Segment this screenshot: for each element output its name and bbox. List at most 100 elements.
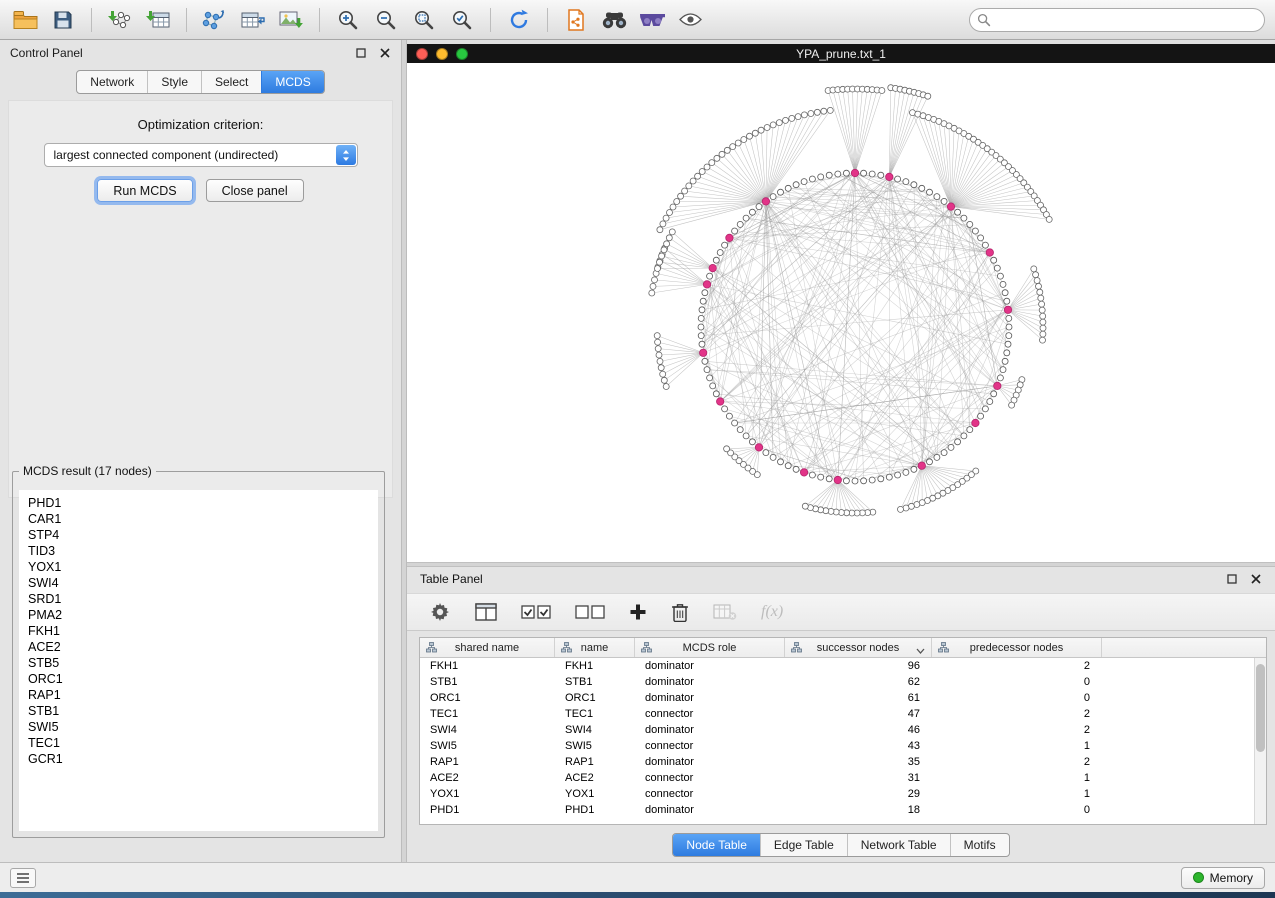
column-header[interactable]: shared name <box>420 638 555 657</box>
table-row[interactable]: SWI5 SWI5 connector 43 1 <box>420 738 1266 754</box>
control-tab[interactable]: MCDS <box>261 71 323 93</box>
minimize-traffic-light[interactable] <box>436 48 448 60</box>
refresh-button[interactable] <box>502 5 536 35</box>
network-and-table-area: YPA_prune.txt_1 Table Panel <box>407 40 1275 862</box>
mcds-result-item[interactable]: GCR1 <box>19 751 378 767</box>
table-panel-title: Table Panel <box>420 572 483 586</box>
delete-column-button[interactable] <box>671 602 689 622</box>
table-tab-group: Node TableEdge TableNetwork TableMotifs <box>672 833 1009 857</box>
table-tab[interactable]: Node Table <box>673 834 760 856</box>
table-row[interactable]: TEC1 TEC1 connector 47 2 <box>420 706 1266 722</box>
document-share-button[interactable] <box>559 5 593 35</box>
binoculars-button[interactable] <box>597 5 631 35</box>
column-header[interactable]: predecessor nodes <box>932 638 1102 657</box>
show-columns-button[interactable] <box>475 603 497 621</box>
zoom-fit-button[interactable] <box>407 5 441 35</box>
glasses-button[interactable] <box>635 5 669 35</box>
node-table: shared name name MCDS role su <box>419 637 1267 825</box>
cell-mcds-role: connector <box>635 786 785 802</box>
mcds-result-item[interactable]: STB5 <box>19 655 378 671</box>
float-table-panel-button[interactable] <box>1226 573 1238 585</box>
mcds-result-item[interactable]: SWI4 <box>19 575 378 591</box>
import-table-button[interactable] <box>141 5 175 35</box>
run-mcds-button[interactable]: Run MCDS <box>97 179 192 202</box>
mcds-result-item[interactable]: PMA2 <box>19 607 378 623</box>
table-tab[interactable]: Motifs <box>950 834 1009 856</box>
network-canvas[interactable] <box>407 63 1275 562</box>
zoom-out-button[interactable] <box>369 5 403 35</box>
column-header[interactable]: successor nodes <box>785 638 932 657</box>
mcds-result-list[interactable]: PHD1CAR1STP4TID3YOX1SWI4SRD1PMA2FKH1ACE2… <box>19 490 378 831</box>
table-settings-button[interactable] <box>429 601 451 623</box>
close-panel-button-mcds[interactable]: Close panel <box>206 179 304 202</box>
table-row[interactable]: YOX1 YOX1 connector 29 1 <box>420 786 1266 802</box>
mcds-result-item[interactable]: PHD1 <box>19 495 378 511</box>
memory-button[interactable]: Memory <box>1181 867 1265 889</box>
mcds-result-item[interactable]: STP4 <box>19 527 378 543</box>
mcds-result-item[interactable]: ACE2 <box>19 639 378 655</box>
mcds-result-item[interactable]: SWI5 <box>19 719 378 735</box>
close-icon <box>380 48 390 58</box>
unselect-all-columns-button[interactable] <box>575 604 605 620</box>
table-row[interactable]: ORC1 ORC1 dominator 61 0 <box>420 690 1266 706</box>
table-row[interactable]: PHD1 PHD1 dominator 18 0 <box>420 802 1266 818</box>
import-table-icon <box>145 9 171 31</box>
column-header[interactable]: MCDS role <box>635 638 785 657</box>
float-panel-button[interactable] <box>355 47 367 59</box>
export-image-button[interactable] <box>274 5 308 35</box>
application-window: Control Panel NetworkStyleSelectMCDS Opt… <box>0 0 1275 898</box>
control-panel-header: Control Panel <box>0 40 401 66</box>
table-scrollbar[interactable] <box>1254 658 1266 824</box>
close-panel-button[interactable] <box>379 47 391 59</box>
zoom-traffic-light[interactable] <box>456 48 468 60</box>
mcds-result-item[interactable]: YOX1 <box>19 559 378 575</box>
table-row[interactable]: STB1 STB1 dominator 62 0 <box>420 674 1266 690</box>
import-network-button[interactable] <box>103 5 137 35</box>
export-network-button[interactable] <box>198 5 232 35</box>
save-session-button[interactable] <box>46 5 80 35</box>
network-window-titlebar[interactable]: YPA_prune.txt_1 <box>407 44 1275 63</box>
column-attribute-icon <box>791 642 802 656</box>
column-header[interactable]: name <box>555 638 635 657</box>
export-table-button[interactable] <box>236 5 270 35</box>
create-column-button[interactable] <box>629 603 647 621</box>
open-file-button[interactable] <box>8 5 42 35</box>
column-header-label: name <box>581 642 609 654</box>
mcds-result-item[interactable]: SRD1 <box>19 591 378 607</box>
table-row[interactable]: FKH1 FKH1 dominator 96 2 <box>420 658 1266 674</box>
mcds-result-item[interactable]: FKH1 <box>19 623 378 639</box>
table-row[interactable]: SWI4 SWI4 dominator 46 2 <box>420 722 1266 738</box>
control-tab[interactable]: Network <box>77 71 147 93</box>
close-traffic-light[interactable] <box>416 48 428 60</box>
table-row[interactable]: ACE2 ACE2 connector 31 1 <box>420 770 1266 786</box>
scrollbar-thumb[interactable] <box>1256 664 1265 752</box>
open-folder-icon <box>13 10 38 30</box>
table-row[interactable]: RAP1 RAP1 dominator 35 2 <box>420 754 1266 770</box>
panel-menu-button[interactable] <box>10 868 36 888</box>
mcds-result-item[interactable]: CAR1 <box>19 511 378 527</box>
zoom-in-button[interactable] <box>331 5 365 35</box>
control-tab[interactable]: Select <box>201 71 261 93</box>
mcds-result-item[interactable]: RAP1 <box>19 687 378 703</box>
cell-successor-nodes: 47 <box>785 706 932 722</box>
mcds-result-item[interactable]: ORC1 <box>19 671 378 687</box>
control-tab[interactable]: Style <box>147 71 201 93</box>
cell-mcds-role: dominator <box>635 802 785 818</box>
select-all-columns-button[interactable] <box>521 604 551 620</box>
mcds-result-item[interactable]: TID3 <box>19 543 378 559</box>
mcds-result-item[interactable]: TEC1 <box>19 735 378 751</box>
close-icon <box>1251 574 1261 584</box>
table-body: FKH1 FKH1 dominator 96 2 STB1 STB1 domin… <box>420 658 1266 818</box>
eye-button[interactable] <box>673 5 707 35</box>
close-table-panel-button[interactable] <box>1250 573 1262 585</box>
search-input[interactable] <box>969 8 1265 32</box>
table-tab[interactable]: Network Table <box>847 834 950 856</box>
cell-shared-name: SWI5 <box>420 738 555 754</box>
select-stepper[interactable] <box>336 145 356 165</box>
float-icon <box>356 48 366 58</box>
sort-indicator-icon[interactable] <box>916 645 925 657</box>
mcds-result-item[interactable]: STB1 <box>19 703 378 719</box>
table-tab[interactable]: Edge Table <box>760 834 847 856</box>
criterion-select[interactable]: largest connected component (undirected) <box>44 143 358 167</box>
zoom-selected-button[interactable] <box>445 5 479 35</box>
